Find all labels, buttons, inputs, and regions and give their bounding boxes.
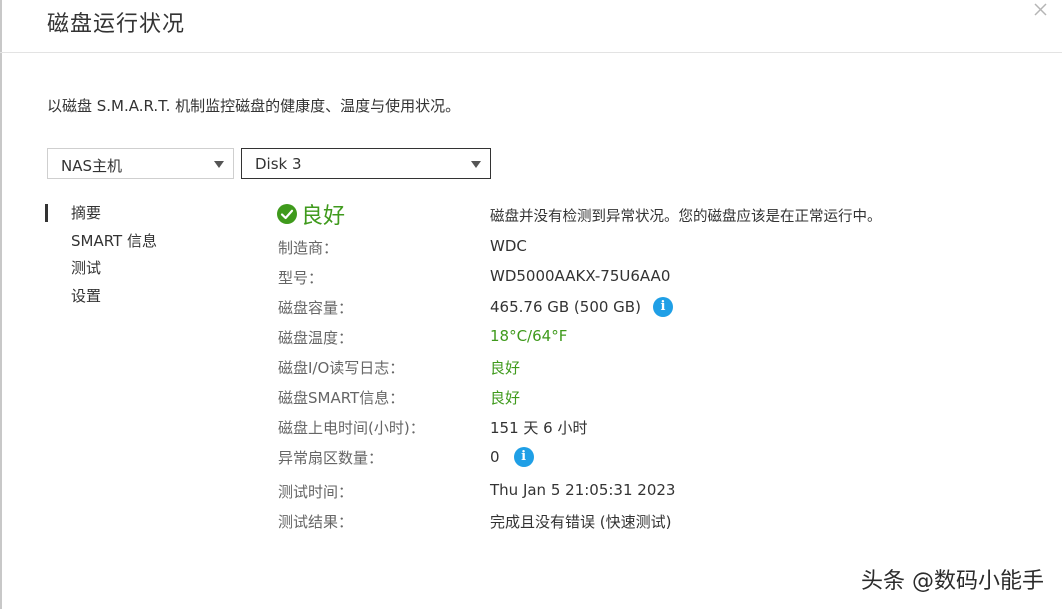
health-status-text: 良好 xyxy=(301,204,346,229)
close-button[interactable] xyxy=(1030,0,1052,22)
detail-value-wrap: 0 i xyxy=(490,447,534,467)
detail-value: 151 天 6 小时 xyxy=(490,419,588,437)
nas-select-value: NAS主机 xyxy=(61,157,123,175)
detail-value: Thu Jan 5 21:05:31 2023 xyxy=(490,481,676,499)
page-description: 以磁盘 S.M.A.R.T. 机制监控磁盘的健康度、温度与使用状况。 xyxy=(47,97,461,115)
detail-row-manufacturer: 制造商： WDC xyxy=(0,237,1062,261)
detail-label: 磁盘上电时间(小时)： xyxy=(278,419,425,437)
detail-value: WDC xyxy=(490,237,527,255)
detail-value: 良好 xyxy=(490,359,521,377)
detail-row-model: 型号： WD5000AAKX-75U6AA0 xyxy=(0,267,1062,291)
check-circle-icon xyxy=(277,204,297,224)
chevron-down-icon xyxy=(471,161,481,168)
detail-row-smart-info: 磁盘SMART信息： 良好 xyxy=(0,387,1062,411)
health-status-description: 磁盘并没有检测到异常状况。您的磁盘应该是在正常运行中。 xyxy=(490,209,882,225)
detail-value: WD5000AAKX-75U6AA0 xyxy=(490,267,671,285)
detail-label: 异常扇区数量： xyxy=(278,449,384,467)
info-icon[interactable]: i xyxy=(513,447,534,467)
detail-value: 18°C/64°F xyxy=(490,327,568,345)
disk-select[interactable]: Disk 3 xyxy=(241,148,491,179)
detail-label: 磁盘容量： xyxy=(278,299,354,317)
info-icon[interactable]: i xyxy=(652,297,673,317)
detail-value: 完成且没有错误 (快速测试) xyxy=(490,513,672,531)
detail-row-io-log: 磁盘I/O读写日志： 良好 xyxy=(0,357,1062,381)
detail-label: 磁盘SMART信息： xyxy=(278,389,405,407)
health-status: 良好 xyxy=(277,198,345,230)
detail-value-wrap: 465.76 GB (500 GB) i xyxy=(490,297,673,317)
chevron-down-icon xyxy=(214,161,224,168)
disk-select-value: Disk 3 xyxy=(255,155,302,173)
close-icon xyxy=(1034,3,1047,16)
detail-row-test-time: 测试时间： Thu Jan 5 21:05:31 2023 xyxy=(0,481,1062,505)
detail-label: 磁盘I/O读写日志： xyxy=(278,359,405,377)
detail-value: 0 xyxy=(490,448,500,466)
detail-label: 测试时间： xyxy=(278,483,354,501)
detail-label: 制造商： xyxy=(278,239,339,257)
detail-row-bad-sectors: 异常扇区数量： 0 i xyxy=(0,447,1062,471)
detail-row-temperature: 磁盘温度： 18°C/64°F xyxy=(0,327,1062,351)
detail-value: 465.76 GB (500 GB) xyxy=(490,298,641,316)
detail-label: 磁盘温度： xyxy=(278,329,354,347)
nav-item-summary[interactable]: 摘要 xyxy=(45,202,157,230)
watermark: 头条 @数码小能手 xyxy=(861,569,1044,594)
dialog-header: 磁盘运行状况 xyxy=(0,0,1062,53)
detail-label: 型号： xyxy=(278,269,324,287)
dialog-title: 磁盘运行状况 xyxy=(47,12,186,37)
detail-label: 测试结果： xyxy=(278,513,354,531)
nas-select[interactable]: NAS主机 xyxy=(47,148,234,179)
detail-row-test-result: 测试结果： 完成且没有错误 (快速测试) xyxy=(0,511,1062,535)
detail-row-capacity: 磁盘容量： 465.76 GB (500 GB) i xyxy=(0,297,1062,321)
detail-value: 良好 xyxy=(490,389,521,407)
detail-row-power-on-hours: 磁盘上电时间(小时)： 151 天 6 小时 xyxy=(0,417,1062,441)
